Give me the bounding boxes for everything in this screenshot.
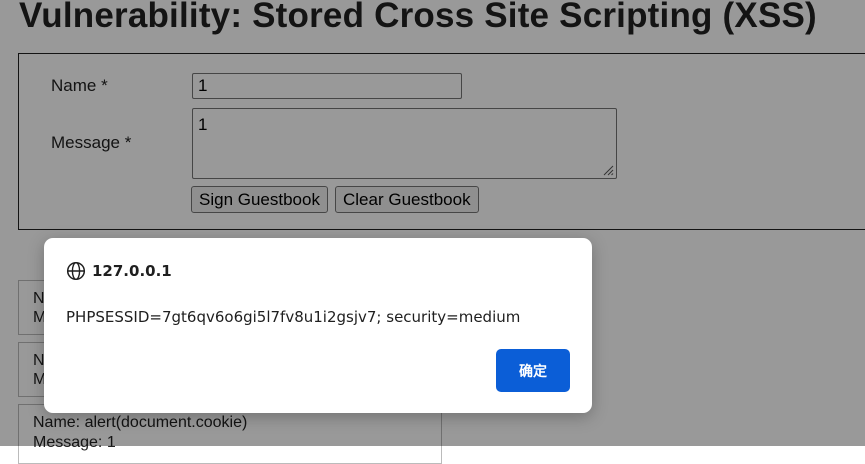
alert-dialog: 127.0.0.1 PHPSESSID=7gt6qv6o6gi5l7fv8u1i…: [44, 238, 592, 413]
dialog-message: PHPSESSID=7gt6qv6o6gi5l7fv8u1i2gsjv7; se…: [66, 308, 521, 326]
ok-button[interactable]: 确定: [496, 349, 570, 392]
dialog-origin: 127.0.0.1: [66, 260, 172, 282]
dialog-origin-text: 127.0.0.1: [92, 262, 172, 280]
globe-icon: [66, 261, 86, 281]
